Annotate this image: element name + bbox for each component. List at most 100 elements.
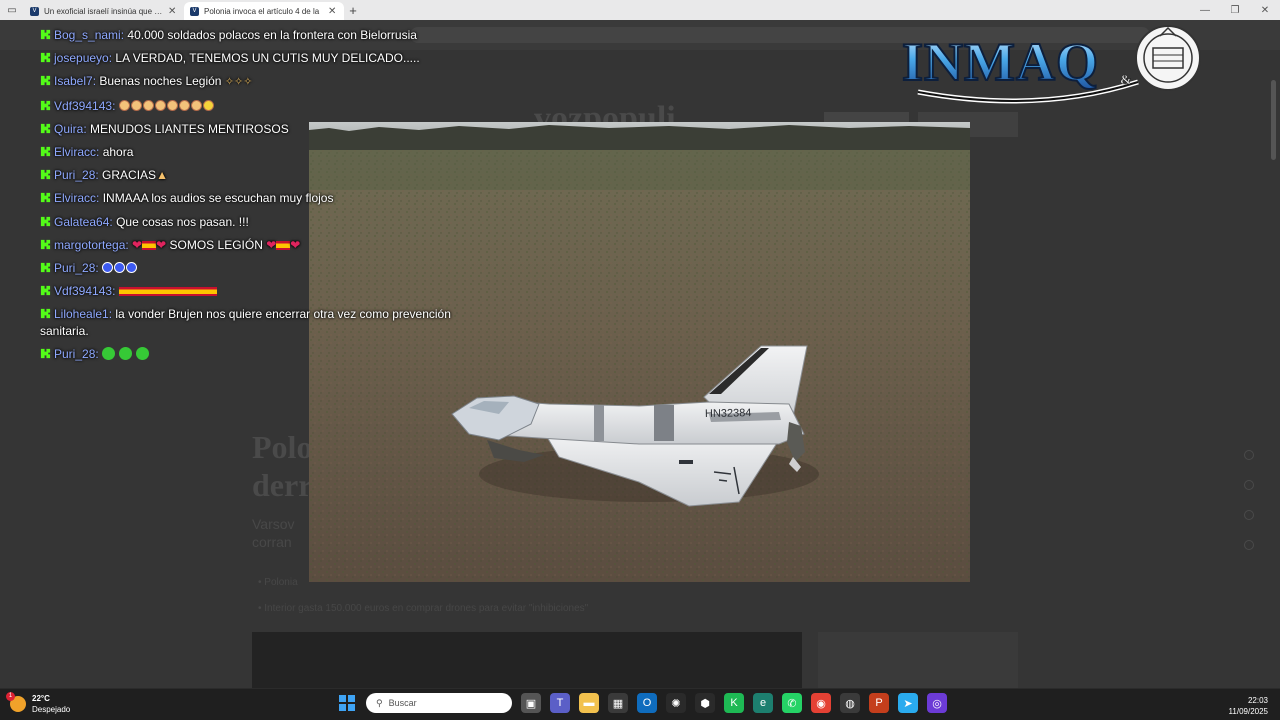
chat-message: Vdf394143 xyxy=(40,280,480,303)
heart-icon: ❤ xyxy=(132,237,143,252)
chat-username[interactable]: Puri_28 xyxy=(54,168,102,182)
chat-text: Buenas noches Legión xyxy=(99,74,222,89)
kick-badge-icon xyxy=(40,53,51,63)
site-favicon-icon: V xyxy=(190,6,199,16)
chat-message: Vdf394143 xyxy=(40,95,480,118)
comment-icon[interactable] xyxy=(1244,480,1254,490)
window-controls: — ❐ ✕ xyxy=(1190,0,1280,20)
app-ring-icon[interactable]: ◎ xyxy=(927,693,947,713)
heart-icon: ❤ xyxy=(290,237,301,252)
chat-message: Puri_28GRACIAS▲ xyxy=(40,164,480,187)
obs-icon[interactable]: ◍ xyxy=(840,693,860,713)
kick-badge-icon xyxy=(40,123,51,133)
chat-username[interactable]: Isabel7 xyxy=(54,74,99,88)
chat-message: Puri_28 xyxy=(40,257,480,280)
weather-description: Despejado xyxy=(32,705,71,714)
share-icon[interactable] xyxy=(1244,450,1254,460)
close-icon[interactable]: ✕ xyxy=(328,6,338,17)
chat-text: INMAAA los audios se escuchan muy flojos xyxy=(102,191,334,206)
tab-title: Un exoficial israelí insinúa que Sá xyxy=(44,6,163,16)
file-explorer-icon[interactable]: ▬ xyxy=(579,693,599,713)
masked-face-emote-icon xyxy=(126,262,138,274)
edge-icon[interactable]: e xyxy=(753,693,773,713)
chat-text: MENUDOS LIANTES MENTIROSOS xyxy=(90,121,289,136)
kick-app-icon[interactable]: K xyxy=(724,693,744,713)
spain-flag-icon xyxy=(118,287,133,297)
kick-badge-icon xyxy=(40,216,51,226)
scrollbar[interactable] xyxy=(1271,80,1276,160)
new-tab-button[interactable]: + xyxy=(344,3,362,18)
spain-flag-icon xyxy=(146,287,161,297)
store-icon[interactable]: ▦ xyxy=(608,693,628,713)
tab-1[interactable]: V Un exoficial israelí insinúa que Sá ✕ xyxy=(24,2,184,20)
chat-username[interactable]: Elviracc xyxy=(54,145,103,159)
spain-flag-icon xyxy=(174,287,189,297)
weather-widget[interactable]: 1 22°C Despejado xyxy=(6,692,71,715)
spain-flag-icon xyxy=(202,287,217,297)
close-icon[interactable]: ✕ xyxy=(168,6,178,17)
logo-text: INMAQ xyxy=(902,32,1099,92)
chat-username[interactable]: Quira xyxy=(54,122,90,136)
chat-username[interactable]: margotortega xyxy=(54,238,132,252)
chat-username[interactable]: Elviracc xyxy=(54,191,103,205)
browser-tab-bar: ▭ V Un exoficial israelí insinúa que Sá … xyxy=(0,0,1280,20)
masked-face-emote-icon xyxy=(102,262,114,274)
search-placeholder: Buscar xyxy=(388,698,417,708)
system-clock[interactable]: 22:03 11/09/2025 xyxy=(1229,695,1268,717)
telegram-icon[interactable]: ➤ xyxy=(898,693,918,713)
chatgpt-icon[interactable]: ✺ xyxy=(666,693,686,713)
maximize-icon[interactable]: ❐ xyxy=(1220,0,1250,20)
chat-username[interactable]: Galatea64 xyxy=(54,215,116,229)
face-emote-icon xyxy=(130,99,142,111)
tab-actions-icon[interactable]: ▭ xyxy=(0,0,24,20)
kick-badge-icon xyxy=(40,146,51,157)
taskbar-apps: ⚲ Buscar ▣ T ▬ ▦ O ✺ ⬢ K e ✆ ◉ ◍ P ➤ ◎ xyxy=(337,693,947,713)
kick-badge-icon xyxy=(40,29,51,40)
start-icon[interactable] xyxy=(337,693,357,713)
tab-2[interactable]: V Polonia invoca el artículo 4 de la ✕ xyxy=(184,2,344,20)
kick-badge-icon xyxy=(40,239,51,249)
chat-username[interactable]: Puri_28 xyxy=(54,347,102,361)
kick-badge-icon xyxy=(40,170,51,180)
minimize-icon[interactable]: — xyxy=(1190,0,1220,20)
ad-block xyxy=(818,632,1018,688)
inmaq-logo: INMAQ & xyxy=(898,22,1204,104)
spain-flag-icon xyxy=(142,240,157,250)
chat-text: LA VERDAD, TENEMOS UN CUTIS MUY DELICADO… xyxy=(115,51,420,66)
bookmark-icon[interactable] xyxy=(1244,510,1254,520)
praying-hands-icon: ▲ xyxy=(156,168,168,183)
kick-badge-icon xyxy=(40,262,51,273)
chat-username[interactable]: Bog_s_nami xyxy=(54,28,127,42)
chat-message: ElviraccINMAAA los audios se escuchan mu… xyxy=(40,187,480,210)
close-window-icon[interactable]: ✕ xyxy=(1250,0,1280,20)
powerpoint-icon[interactable]: P xyxy=(869,693,889,713)
whatsapp-icon[interactable]: ✆ xyxy=(782,693,802,713)
chat-message: Elviraccahora xyxy=(40,141,480,164)
chrome-icon[interactable]: ◉ xyxy=(811,693,831,713)
chat-username[interactable]: Vdf394143 xyxy=(54,99,119,113)
search-icon: ⚲ xyxy=(376,697,383,708)
logo-ampersand: & xyxy=(1120,73,1132,88)
chat-username[interactable]: Puri_28 xyxy=(54,261,102,275)
teams-icon[interactable]: T xyxy=(550,693,570,713)
task-view-icon[interactable]: ▣ xyxy=(521,693,541,713)
taskbar-search[interactable]: ⚲ Buscar xyxy=(366,693,512,713)
chat-text: GRACIAS xyxy=(102,168,157,183)
spain-flag-icon xyxy=(276,240,291,250)
whatsapp-icon[interactable] xyxy=(1244,540,1254,550)
spain-flag-icon xyxy=(188,287,203,297)
outlook-icon[interactable]: O xyxy=(637,693,657,713)
chat-username[interactable]: Vdf394143 xyxy=(54,284,119,298)
heart-icon: ❤ xyxy=(156,237,167,252)
seal-icon xyxy=(1135,25,1201,91)
app-cube-icon[interactable]: ⬢ xyxy=(695,693,715,713)
green-emote-icon xyxy=(136,347,150,361)
chat-username[interactable]: josepueyo xyxy=(54,51,115,65)
chat-message: Puri_28 xyxy=(40,343,480,366)
video-block xyxy=(252,632,802,688)
spain-flag-icon xyxy=(160,287,175,297)
taskbar: 1 22°C Despejado ⚲ Buscar ▣ T ▬ ▦ O ✺ ⬢ … xyxy=(0,688,1280,720)
live-chat-overlay: Bog_s_nami40.000 soldados polacos en la … xyxy=(40,24,480,371)
spain-flag-icon xyxy=(132,287,147,297)
chat-username[interactable]: Liloheale1 xyxy=(54,307,115,321)
